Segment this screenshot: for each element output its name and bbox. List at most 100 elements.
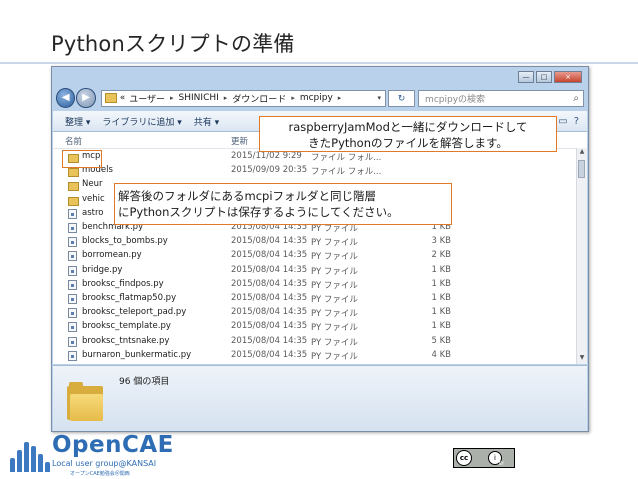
scroll-down-icon[interactable]: ▼ <box>577 354 587 364</box>
file-name: brooksc_teleport_pad.py <box>82 307 187 318</box>
callout-line: にPythonスクリプトは保存するようにしてください。 <box>118 205 399 219</box>
file-type: PY ファイル <box>311 280 358 291</box>
file-date: 2015/08/04 14:35 <box>231 321 308 332</box>
page-title: Pythonスクリプトの準備 <box>51 32 295 56</box>
file-size: 2 KB <box>431 250 451 261</box>
organize-button[interactable]: 整理 ▾ <box>65 115 90 128</box>
callout-line: raspberryJamModと一緒にダウンロードして <box>288 120 528 134</box>
chevron-right-icon: ▸ <box>291 94 295 102</box>
address-bar[interactable]: « ユーザー ▸ SHINICHI ▸ ダウンロード ▸ mcpipy ▸ ▾ <box>100 89 386 107</box>
share-button[interactable]: 共有 ▾ <box>194 115 219 128</box>
file-type: PY ファイル <box>311 351 358 362</box>
python-file-icon <box>68 223 77 233</box>
close-button[interactable]: × <box>554 71 582 83</box>
file-row[interactable]: burnaron_bunkermatic.py 2015/08/04 14:35 P… <box>53 349 577 363</box>
scroll-thumb[interactable] <box>578 160 585 178</box>
search-icon[interactable]: ⌕ <box>573 93 579 104</box>
address-row: ◀ ▶ « ユーザー ▸ SHINICHI ▸ ダウンロード ▸ mcpipy … <box>56 87 585 109</box>
file-row[interactable]: brooksc_flatmap50.py 2015/08/04 14:35 PY フ… <box>53 292 577 306</box>
folder-icon <box>67 382 103 422</box>
minimize-button[interactable]: — <box>518 71 534 83</box>
folder-icon <box>104 93 117 103</box>
file-row[interactable]: brooksc_tntsnake.py 2015/08/04 14:35 PY ファ… <box>53 335 577 349</box>
file-date: 2015/08/04 14:35 <box>231 278 308 289</box>
python-file-icon <box>68 308 77 319</box>
python-file-icon <box>68 265 77 276</box>
file-size: 1 KB <box>431 307 451 318</box>
opencae-logo-icon <box>8 436 50 472</box>
refresh-button[interactable]: ↻ <box>388 89 416 107</box>
python-file-icon <box>68 336 77 347</box>
forward-button[interactable]: ▶ <box>76 88 96 108</box>
mcpi-highlight-box <box>62 150 102 168</box>
logo-subtitle-jp: オープンCAE勉強会＠関西 <box>70 471 130 477</box>
file-row[interactable]: mcpi 2015/11/02 9:29 ファイル フォル... <box>53 150 577 164</box>
file-size: 1 KB <box>431 278 451 289</box>
search-placeholder: mcpipyの検索 <box>425 94 486 105</box>
folder-icon <box>68 196 79 206</box>
breadcrumb-users[interactable]: ユーザー <box>129 92 165 105</box>
file-name: brooksc_template.py <box>82 321 171 332</box>
help-icon[interactable]: ? <box>574 116 579 127</box>
file-name: Neur <box>82 179 103 190</box>
file-type: PY ファイル <box>311 337 358 348</box>
file-row[interactable]: bridge.py 2015/08/04 14:35 PY ファイル 1 KB <box>53 264 577 278</box>
item-count: 96 個の項目 <box>119 377 170 387</box>
license-label: BY <box>499 461 504 466</box>
python-file-icon <box>68 294 77 304</box>
window-controls: — □ × <box>518 71 582 83</box>
file-date: 2015/08/04 14:35 <box>231 293 308 303</box>
file-type: PY ファイル <box>311 266 358 277</box>
file-row[interactable]: borromean.py 2015/08/04 14:35 PY ファイル 2 KB <box>53 249 577 263</box>
chevron-right-icon: ▸ <box>170 94 174 102</box>
file-row[interactable]: brooksc_template.py 2015/08/04 14:35 PY ファ… <box>53 320 577 334</box>
chevron-right-icon: ▸ <box>223 94 228 102</box>
file-name: blocks_to_bombs.py <box>82 236 168 247</box>
column-date[interactable]: 更新 <box>231 135 248 147</box>
add-to-library-button[interactable]: ライブラリに追加 ▾ <box>102 115 181 128</box>
python-file-icon <box>68 251 77 262</box>
file-row[interactable]: blocks_to_bombs.py 2015/08/04 14:35 PY ファイ… <box>53 235 577 249</box>
file-date: 2015/09/09 20:35 <box>231 165 308 176</box>
file-date: 2015/08/04 14:35 <box>231 264 308 275</box>
callout-line: 解答後のフォルダにあるmcpiフォルダと同じ階層 <box>118 189 377 203</box>
file-size: 4 KB <box>431 349 451 360</box>
details-pane: 96 個の項目 <box>53 365 587 431</box>
python-file-icon <box>68 279 77 290</box>
callout-line: きたPythonのファイルを解答します。 <box>308 136 508 150</box>
file-type: ファイル フォル... <box>311 153 382 163</box>
file-type: ファイル フォル... <box>311 167 382 178</box>
title-divider <box>0 62 638 64</box>
file-list: 名前 更新 mcpi 2015/11/02 9:29 ファイル フォル... mode… <box>53 132 587 364</box>
file-size: 1 KB <box>431 264 451 275</box>
maximize-button[interactable]: □ <box>536 71 552 83</box>
breadcrumb-mcpipy[interactable]: mcpipy <box>300 93 333 103</box>
file-row[interactable]: models 2015/09/09 20:35 ファイル フォル... <box>53 164 577 178</box>
chevron-down-icon[interactable]: ▾ <box>377 94 381 102</box>
breadcrumb-downloads[interactable]: ダウンロード <box>232 92 286 105</box>
creative-commons-icon: cc <box>456 450 472 466</box>
back-button[interactable]: ◀ <box>56 88 76 108</box>
file-row[interactable]: brooksc_teleport_pad.py 2015/08/04 14:35 P… <box>53 306 577 320</box>
logo-subtitle: Local user group@KANSAI <box>52 459 157 468</box>
chevron-right-icon: ▸ <box>337 94 342 102</box>
vertical-scrollbar[interactable]: ▲ ▼ <box>576 148 587 364</box>
search-input[interactable]: mcpipyの検索 ⌕ <box>418 89 585 107</box>
file-date: 2015/08/04 14:35 <box>231 349 308 360</box>
scroll-up-icon[interactable]: ▲ <box>577 148 587 158</box>
breadcrumb-overflow[interactable]: « <box>120 93 126 103</box>
file-type: PY ファイル <box>311 238 358 249</box>
python-file-icon <box>68 237 77 248</box>
column-name[interactable]: 名前 <box>65 135 82 147</box>
file-type: PY ファイル <box>311 309 358 320</box>
file-date: 2015/08/04 14:35 <box>231 307 308 318</box>
callout-download: raspberryJamModと一緒にダウンロードして きたPythonのファイ… <box>259 116 557 152</box>
breadcrumb-user[interactable]: SHINICHI <box>179 93 219 103</box>
preview-pane-icon[interactable]: ▭ <box>558 116 567 127</box>
folder-icon <box>68 168 79 178</box>
file-date: 2015/08/04 14:35 <box>231 236 308 247</box>
file-date: 2015/08/04 14:35 <box>231 335 308 346</box>
file-name: burnaron_bunkermatic.py <box>82 349 192 360</box>
file-row[interactable]: brooksc_findpos.py 2015/08/04 14:35 PY ファイ… <box>53 278 577 292</box>
file-row[interactable]: burnaron_bunkermatic2.py2015/08/04 14:35… <box>53 363 577 364</box>
